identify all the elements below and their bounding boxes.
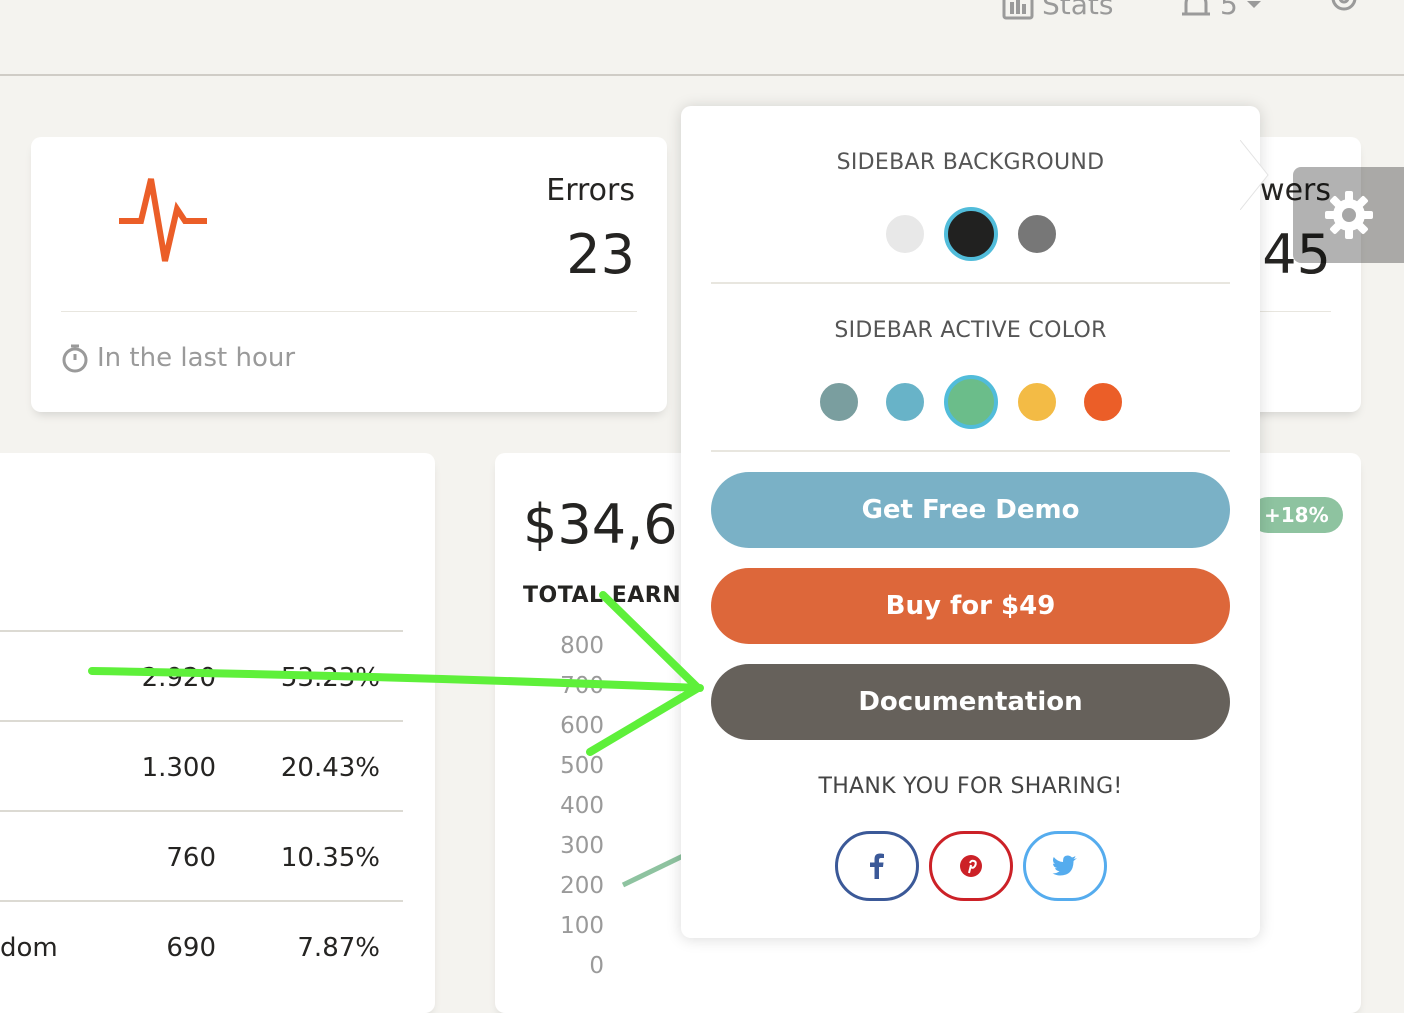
buy-button[interactable]: Buy for $49 bbox=[711, 568, 1230, 644]
background-swatch-row bbox=[681, 207, 1260, 261]
sidebar-active-title: SIDEBAR ACTIVE COLOR bbox=[834, 318, 1107, 343]
swatch-danger[interactable] bbox=[1080, 380, 1125, 424]
sidebar-background-title: SIDEBAR BACKGROUND bbox=[836, 150, 1105, 175]
panel-divider bbox=[711, 282, 1230, 284]
stopwatch-icon bbox=[62, 344, 88, 373]
table-cell-count: 690 bbox=[166, 933, 216, 963]
nav-stats-label: Stats bbox=[1042, 0, 1114, 21]
errors-value: 23 bbox=[566, 223, 635, 286]
errors-title: Errors bbox=[546, 173, 635, 208]
swatch-success[interactable] bbox=[943, 375, 998, 429]
panel-caret-icon bbox=[1240, 140, 1269, 210]
table-cell-count: 760 bbox=[166, 843, 216, 873]
stats-icon bbox=[1002, 0, 1034, 19]
facebook-icon bbox=[869, 853, 884, 879]
table-cell-count: 1.300 bbox=[141, 753, 216, 783]
earnings-label: TOTAL EARNI bbox=[523, 583, 690, 608]
y-tick-label: 300 bbox=[560, 833, 604, 859]
table-cell-percent: 7.87% bbox=[297, 933, 380, 963]
facebook-share-button[interactable] bbox=[834, 831, 919, 901]
notifications-count: 5 bbox=[1220, 0, 1238, 21]
twitter-icon bbox=[1052, 855, 1077, 876]
nav-stats-link[interactable]: Stats bbox=[1002, 0, 1113, 21]
swatch-white[interactable] bbox=[882, 212, 927, 256]
countries-table-card: 2.920 53.23% 1.300 20.43% 760 10.35% dom… bbox=[0, 453, 435, 1013]
pinterest-share-button[interactable] bbox=[928, 831, 1013, 901]
y-tick-label: 0 bbox=[589, 953, 604, 979]
swatch-black[interactable] bbox=[943, 207, 998, 261]
y-tick-label: 600 bbox=[560, 713, 604, 739]
table-divider bbox=[0, 630, 403, 632]
settings-dropdown-panel: SIDEBAR BACKGROUND SIDEBAR ACTIVE COLOR … bbox=[681, 106, 1260, 938]
thank-you-text: THANK YOU FOR SHARING! bbox=[818, 774, 1123, 799]
gear-icon bbox=[1331, 0, 1357, 11]
panel-divider bbox=[711, 450, 1230, 452]
swatch-info[interactable] bbox=[882, 380, 927, 424]
table-cell-count: 2.920 bbox=[141, 663, 216, 693]
fixed-plugin-toggle[interactable] bbox=[1293, 167, 1404, 263]
table-divider bbox=[0, 900, 403, 902]
gear-icon bbox=[1324, 191, 1373, 239]
nav-notifications-dropdown[interactable]: 5 bbox=[1180, 0, 1262, 21]
card-divider bbox=[61, 311, 637, 312]
table-cell-percent: 10.35% bbox=[280, 843, 380, 873]
top-navbar: Stats 5 bbox=[0, 0, 1404, 76]
errors-footer-text: In the last hour bbox=[97, 343, 296, 373]
y-tick-label: 700 bbox=[560, 673, 604, 699]
table-cell-percent: 20.43% bbox=[280, 753, 380, 783]
caret-down-icon bbox=[1246, 0, 1261, 8]
table-divider bbox=[0, 810, 403, 812]
pulse-icon bbox=[119, 178, 207, 262]
y-tick-label: 200 bbox=[560, 873, 604, 899]
y-tick-label: 800 bbox=[560, 633, 604, 659]
swatch-warning[interactable] bbox=[1014, 380, 1059, 424]
errors-footer: In the last hour bbox=[61, 343, 295, 373]
growth-badge: +18% bbox=[1250, 497, 1343, 533]
nav-settings-link[interactable] bbox=[1326, 0, 1362, 18]
documentation-button[interactable]: Documentation bbox=[711, 664, 1230, 740]
y-tick-label: 500 bbox=[560, 753, 604, 779]
share-buttons bbox=[681, 831, 1260, 901]
twitter-share-button[interactable] bbox=[1022, 831, 1107, 901]
get-free-demo-button[interactable]: Get Free Demo bbox=[711, 472, 1230, 548]
y-tick-label: 400 bbox=[560, 793, 604, 819]
table-cell-country: dom bbox=[0, 933, 58, 963]
active-swatch-row bbox=[681, 375, 1260, 429]
table-cell-percent: 53.23% bbox=[280, 663, 380, 693]
table-divider bbox=[0, 720, 403, 722]
bell-icon bbox=[1182, 0, 1210, 15]
pinterest-icon bbox=[959, 855, 982, 877]
swatch-gray[interactable] bbox=[1014, 212, 1059, 256]
swatch-primary[interactable] bbox=[816, 380, 861, 424]
errors-stat-card: Errors 23 In the last hour bbox=[31, 137, 667, 412]
y-tick-label: 100 bbox=[560, 913, 604, 939]
